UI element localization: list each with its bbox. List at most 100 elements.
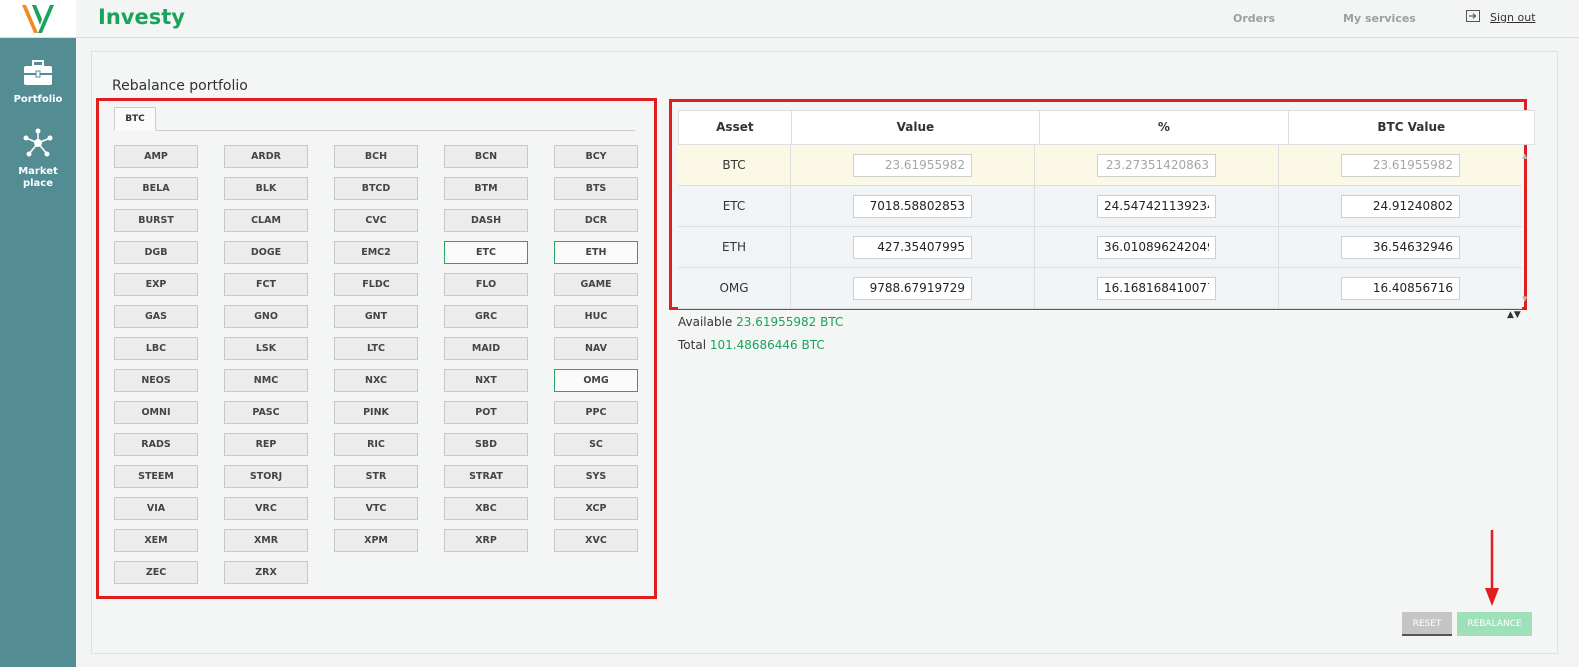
coin-button-bcy[interactable]: BCY [554, 145, 638, 168]
sort-arrows-icon[interactable]: ▲▼ [1507, 310, 1521, 320]
coin-button-omg[interactable]: OMG [554, 369, 638, 392]
coin-button-game[interactable]: GAME [554, 273, 638, 296]
coin-button-emc2[interactable]: EMC2 [334, 241, 418, 264]
reset-button[interactable]: RESET [1402, 612, 1452, 636]
coin-button-fct[interactable]: FCT [224, 273, 308, 296]
coin-button-strat[interactable]: STRAT [444, 465, 528, 488]
coin-button-clam[interactable]: CLAM [224, 209, 308, 232]
column-header-asset[interactable]: Asset [679, 111, 792, 144]
coin-button-xem[interactable]: XEM [114, 529, 198, 552]
coin-button-vtc[interactable]: VTC [334, 497, 418, 520]
coin-button-via[interactable]: VIA [114, 497, 198, 520]
coin-button-vrc[interactable]: VRC [224, 497, 308, 520]
coin-button-xcp[interactable]: XCP [554, 497, 638, 520]
table-row: OMG [678, 267, 1522, 309]
nav-orders[interactable]: Orders [1233, 12, 1275, 25]
nav-my-services[interactable]: My services [1343, 12, 1416, 25]
coin-button-btm[interactable]: BTM [444, 177, 528, 200]
coin-button-amp[interactable]: AMP [114, 145, 198, 168]
sidebar-item-marketplace[interactable]: Market place [0, 128, 76, 190]
coin-button-ardr[interactable]: ARDR [224, 145, 308, 168]
percent-cell [1035, 267, 1279, 309]
percent-input[interactable] [1097, 153, 1216, 177]
scroll-down-icon[interactable]: ▼ [1522, 295, 1527, 303]
annotation-arrow-icon [1485, 530, 1499, 606]
coin-button-bts[interactable]: BTS [554, 177, 638, 200]
coin-button-dcr[interactable]: DCR [554, 209, 638, 232]
coin-button-sys[interactable]: SYS [554, 465, 638, 488]
coin-button-dgb[interactable]: DGB [114, 241, 198, 264]
coin-button-fldc[interactable]: FLDC [334, 273, 418, 296]
brand-name[interactable]: Investy [98, 5, 185, 29]
coin-button-ric[interactable]: RIC [334, 433, 418, 456]
column-header-value[interactable]: Value [792, 111, 1041, 144]
coin-button-pasc[interactable]: PASC [224, 401, 308, 424]
table-scrollbar[interactable]: ▲ ▼ [1522, 152, 1530, 303]
coin-button-sc[interactable]: SC [554, 433, 638, 456]
btc-value-input[interactable] [1341, 194, 1460, 218]
coin-button-nxc[interactable]: NXC [334, 369, 418, 392]
coin-button-gno[interactable]: GNO [224, 305, 308, 328]
value-input[interactable] [853, 153, 972, 177]
percent-input[interactable] [1097, 235, 1216, 259]
coin-button-huc[interactable]: HUC [554, 305, 638, 328]
coin-button-lbc[interactable]: LBC [114, 337, 198, 360]
coin-button-grc[interactable]: GRC [444, 305, 528, 328]
coin-button-omni[interactable]: OMNI [114, 401, 198, 424]
coin-button-rep[interactable]: REP [224, 433, 308, 456]
coin-button-zec[interactable]: ZEC [114, 561, 198, 584]
coin-button-xrp[interactable]: XRP [444, 529, 528, 552]
coin-button-flo[interactable]: FLO [444, 273, 528, 296]
value-input[interactable] [853, 194, 972, 218]
coin-button-btcd[interactable]: BTCD [334, 177, 418, 200]
coin-button-lsk[interactable]: LSK [224, 337, 308, 360]
coin-button-neos[interactable]: NEOS [114, 369, 198, 392]
coin-button-nxt[interactable]: NXT [444, 369, 528, 392]
coin-button-eth[interactable]: ETH [554, 241, 638, 264]
coin-button-burst[interactable]: BURST [114, 209, 198, 232]
coin-button-exp[interactable]: EXP [114, 273, 198, 296]
coin-button-nav[interactable]: NAV [554, 337, 638, 360]
btc-value-input[interactable] [1341, 276, 1460, 300]
coin-button-xbc[interactable]: XBC [444, 497, 528, 520]
coin-button-pot[interactable]: POT [444, 401, 528, 424]
coin-button-bcn[interactable]: BCN [444, 145, 528, 168]
coin-button-xvc[interactable]: XVC [554, 529, 638, 552]
tab-btc[interactable]: BTC [114, 107, 156, 131]
coin-button-bela[interactable]: BELA [114, 177, 198, 200]
coin-button-zrx[interactable]: ZRX [224, 561, 308, 584]
coin-button-blk[interactable]: BLK [224, 177, 308, 200]
coin-button-gas[interactable]: GAS [114, 305, 198, 328]
coin-button-doge[interactable]: DOGE [224, 241, 308, 264]
value-input[interactable] [853, 235, 972, 259]
sidebar-item-portfolio[interactable]: Portfolio [0, 60, 76, 106]
coin-button-steem[interactable]: STEEM [114, 465, 198, 488]
column-header-percent[interactable]: % [1040, 111, 1289, 144]
coin-button-ltc[interactable]: LTC [334, 337, 418, 360]
column-header-btc-value[interactable]: BTC Value [1289, 111, 1534, 144]
value-input[interactable] [853, 276, 972, 300]
percent-input[interactable] [1097, 194, 1216, 218]
coin-button-rads[interactable]: RADS [114, 433, 198, 456]
coin-button-pink[interactable]: PINK [334, 401, 418, 424]
coin-button-storj[interactable]: STORJ [224, 465, 308, 488]
rebalance-button[interactable]: REBALANCE [1457, 612, 1532, 636]
btc-value-input[interactable] [1341, 153, 1460, 177]
coin-button-etc[interactable]: ETC [444, 241, 528, 264]
logo[interactable] [0, 0, 76, 38]
coin-button-xpm[interactable]: XPM [334, 529, 418, 552]
percent-input[interactable] [1097, 276, 1216, 300]
btc-value-input[interactable] [1341, 235, 1460, 259]
coin-button-str[interactable]: STR [334, 465, 418, 488]
scroll-up-icon[interactable]: ▲ [1522, 152, 1527, 160]
coin-button-ppc[interactable]: PPC [554, 401, 638, 424]
coin-button-gnt[interactable]: GNT [334, 305, 418, 328]
coin-button-dash[interactable]: DASH [444, 209, 528, 232]
coin-button-bch[interactable]: BCH [334, 145, 418, 168]
coin-button-xmr[interactable]: XMR [224, 529, 308, 552]
coin-button-nmc[interactable]: NMC [224, 369, 308, 392]
coin-button-sbd[interactable]: SBD [444, 433, 528, 456]
coin-button-maid[interactable]: MAID [444, 337, 528, 360]
coin-button-cvc[interactable]: CVC [334, 209, 418, 232]
signout-link[interactable]: Sign out [1466, 10, 1536, 25]
